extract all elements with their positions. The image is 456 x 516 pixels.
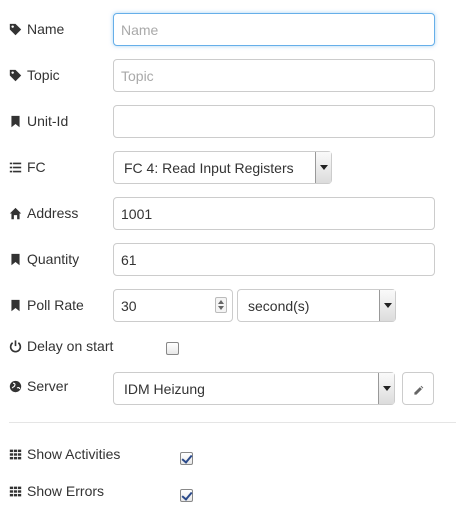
- fc-selected-value: FC 4: Read Input Registers: [124, 159, 294, 176]
- name-input[interactable]: [113, 13, 435, 46]
- home-icon: [9, 207, 22, 220]
- server-label: Server: [9, 378, 68, 394]
- poll-rate-row: Poll Rate second(s): [0, 289, 456, 322]
- bookmark-icon: [9, 299, 22, 312]
- topic-row: Topic: [0, 59, 456, 92]
- poll-rate-unit-value: second(s): [248, 297, 310, 314]
- quantity-row: Quantity: [0, 243, 456, 276]
- fc-select[interactable]: FC 4: Read Input Registers: [113, 151, 332, 184]
- topic-input[interactable]: [113, 59, 435, 92]
- address-label: Address: [9, 205, 78, 221]
- fc-label: FC: [9, 159, 46, 175]
- chevron-down-icon[interactable]: [379, 290, 395, 321]
- fc-label-text: FC: [27, 159, 46, 175]
- poll-rate-label: Poll Rate: [9, 297, 84, 313]
- quantity-label-text: Quantity: [27, 251, 80, 267]
- name-row: Name: [0, 13, 456, 46]
- delay-on-start-label: Delay on start: [9, 338, 113, 354]
- bookmark-icon: [9, 115, 22, 128]
- server-select[interactable]: IDM Heizung: [113, 372, 395, 405]
- unit-id-label: Unit-Id: [9, 113, 68, 129]
- server-row: Server IDM Heizung: [0, 372, 456, 405]
- pencil-icon: [413, 383, 424, 395]
- name-label-text: Name: [27, 21, 65, 37]
- show-activities-checkbox[interactable]: [180, 452, 193, 465]
- grid-icon: [9, 448, 22, 461]
- poll-rate-label-text: Poll Rate: [27, 297, 84, 313]
- show-activities-row: Show Activities: [0, 444, 456, 468]
- server-label-text: Server: [27, 378, 69, 394]
- server-selected-value: IDM Heizung: [124, 380, 205, 397]
- power-icon: [9, 339, 22, 353]
- show-errors-label: Show Errors: [9, 483, 104, 499]
- chevron-down-icon[interactable]: [315, 152, 331, 183]
- name-label: Name: [9, 21, 64, 37]
- address-label-text: Address: [27, 205, 79, 221]
- grid-icon: [9, 485, 22, 498]
- unit-id-input[interactable]: [113, 105, 435, 138]
- unit-id-row: Unit-Id: [0, 105, 456, 138]
- unit-id-label-text: Unit-Id: [27, 113, 69, 129]
- tag-icon: [9, 69, 22, 82]
- poll-rate-unit-select[interactable]: second(s): [237, 289, 396, 322]
- show-activities-label: Show Activities: [9, 446, 120, 462]
- quantity-input[interactable]: [113, 243, 435, 276]
- show-activities-label-text: Show Activities: [27, 446, 121, 462]
- show-errors-label-text: Show Errors: [27, 483, 105, 499]
- chevron-down-icon[interactable]: [378, 373, 394, 404]
- globe-icon: [9, 380, 22, 393]
- show-errors-checkbox[interactable]: [180, 489, 193, 502]
- list-icon: [9, 161, 22, 174]
- address-row: Address: [0, 197, 456, 230]
- topic-label: Topic: [9, 67, 60, 83]
- tag-icon: [9, 23, 22, 36]
- delay-on-start-label-text: Delay on start: [27, 338, 114, 354]
- spinner-icon[interactable]: [215, 297, 227, 313]
- edit-server-button[interactable]: [402, 372, 434, 405]
- delay-on-start-row: Delay on start: [0, 336, 456, 360]
- quantity-label: Quantity: [9, 251, 79, 267]
- address-input[interactable]: [113, 197, 435, 230]
- section-divider: [9, 422, 456, 423]
- show-errors-row: Show Errors: [0, 481, 456, 505]
- bookmark-icon: [9, 253, 22, 266]
- topic-label-text: Topic: [27, 67, 60, 83]
- delay-on-start-checkbox[interactable]: [166, 342, 179, 355]
- fc-row: FC FC 4: Read Input Registers: [0, 151, 456, 184]
- poll-rate-stepper[interactable]: [113, 289, 233, 322]
